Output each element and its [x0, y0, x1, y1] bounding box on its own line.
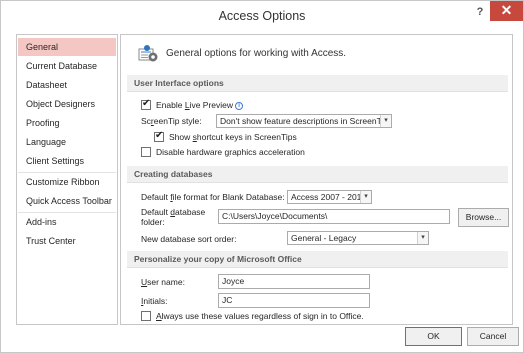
section-personalize: Personalize your copy of Microsoft Offic… — [127, 251, 508, 268]
initials-label: Initials: — [141, 296, 168, 306]
initials-field[interactable]: JC — [218, 293, 370, 308]
nav-item-proofing[interactable]: Proofing — [18, 114, 116, 132]
file-format-label: Default file format for Blank Database: — [141, 192, 285, 202]
help-button[interactable]: ? — [473, 6, 487, 22]
live-preview-checkbox[interactable] — [141, 98, 151, 110]
screentip-style-select[interactable]: Don't show feature descriptions in Scree… — [216, 114, 392, 128]
screentip-style-label: ScreenTip style: — [141, 116, 202, 126]
sort-order-select[interactable]: General - Legacy ▾ — [287, 231, 429, 245]
close-button[interactable]: ✕ — [490, 1, 523, 21]
shortcut-keys-checkbox[interactable] — [154, 130, 164, 142]
chevron-down-icon: ▾ — [360, 191, 371, 203]
sort-order-label: New database sort order: — [141, 234, 237, 244]
title-bar[interactable]: Access Options ? ✕ — [1, 1, 523, 33]
chevron-down-icon: ▾ — [380, 115, 391, 127]
options-content: General options for working with Access.… — [120, 34, 513, 325]
options-nav: General Current Database Datasheet Objec… — [16, 34, 118, 325]
section-user-interface: User Interface options — [127, 75, 508, 92]
cancel-button[interactable]: Cancel — [467, 327, 519, 346]
nav-item-customize-ribbon[interactable]: Customize Ribbon — [18, 173, 116, 191]
nav-item-current-database[interactable]: Current Database — [18, 57, 116, 75]
db-folder-label: Default database — [141, 207, 206, 217]
hw-accel-checkbox[interactable] — [141, 147, 151, 157]
user-name-label: User name: — [141, 277, 185, 287]
nav-item-datasheet[interactable]: Datasheet — [18, 76, 116, 94]
options-gear-icon — [138, 44, 160, 64]
section-creating-databases: Creating databases — [127, 166, 508, 183]
hw-accel-label[interactable]: Disable hardware graphics acceleration — [156, 147, 305, 157]
window-title: Access Options — [218, 9, 306, 23]
nav-item-add-ins[interactable]: Add-ins — [18, 213, 116, 231]
always-use-label[interactable]: Always use these values regardless of si… — [156, 311, 364, 321]
browse-button[interactable]: Browse... — [458, 208, 509, 227]
nav-item-object-designers[interactable]: Object Designers — [18, 95, 116, 113]
header-description: General options for working with Access. — [166, 48, 347, 59]
nav-item-client-settings[interactable]: Client Settings — [18, 152, 116, 170]
db-folder-field[interactable]: C:\Users\Joyce\Documents\ — [218, 209, 450, 224]
ok-button[interactable]: OK — [405, 327, 462, 346]
nav-item-general[interactable]: General — [18, 38, 116, 56]
file-format-select[interactable]: Access 2007 - 2013 ▾ — [287, 190, 372, 204]
nav-item-quick-access-toolbar[interactable]: Quick Access Toolbar — [18, 192, 116, 210]
live-preview-label[interactable]: Enable Live Preview i — [156, 100, 244, 110]
access-options-dialog: Access Options ? ✕ General Current Datab… — [0, 0, 524, 353]
user-name-field[interactable]: Joyce — [218, 274, 370, 289]
always-use-checkbox[interactable] — [141, 311, 151, 321]
chevron-down-icon: ▾ — [417, 232, 428, 244]
info-icon[interactable]: i — [235, 102, 244, 110]
db-folder-label-line2: folder: — [141, 217, 165, 227]
nav-item-language[interactable]: Language — [18, 133, 116, 151]
shortcut-keys-label[interactable]: Show shortcut keys in ScreenTips — [169, 132, 297, 142]
nav-item-trust-center[interactable]: Trust Center — [18, 232, 116, 250]
